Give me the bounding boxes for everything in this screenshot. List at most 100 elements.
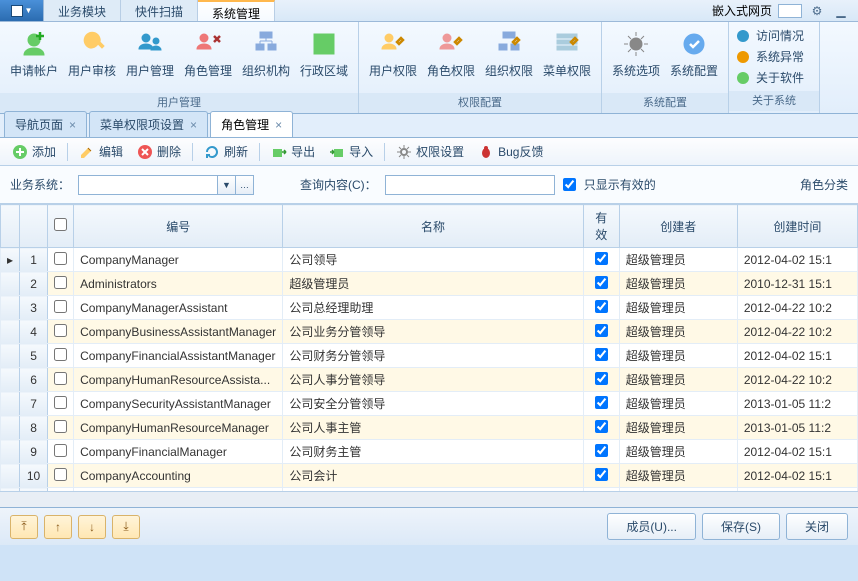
last-button[interactable]: ⤓ [112,515,140,539]
ribbon-btn-0-2[interactable]: 用户管理 [122,26,178,81]
cell-valid[interactable] [583,368,619,392]
row-select[interactable] [48,368,74,392]
table-row[interactable]: 8CompanyHumanResourceManager公司人事主管超级管理员2… [1,416,858,440]
cell-valid[interactable] [583,296,619,320]
ribbon-btn-0-1[interactable]: 用户审核 [64,26,120,81]
cell-valid[interactable] [583,272,619,296]
close-icon[interactable]: × [275,118,282,132]
name-header[interactable]: 名称 [283,205,583,248]
app-tab-2[interactable]: 系统管理 [198,0,275,21]
ribbon-icon [192,28,224,60]
add-button[interactable]: 添加 [6,140,62,163]
ribbon-btn-0-4[interactable]: 组织机构 [238,26,294,81]
row-select[interactable] [48,392,74,416]
creator-header[interactable]: 创建者 [619,205,737,248]
table-row[interactable]: 9CompanyFinancialManager公司财务主管超级管理员2012-… [1,440,858,464]
ribbon-btn-1-0[interactable]: 用户权限 [365,26,421,81]
ribbon-btn-1-1[interactable]: 角色权限 [423,26,479,81]
pencil-icon [79,144,95,160]
cell-valid[interactable] [583,440,619,464]
time-header[interactable]: 创建时间 [737,205,857,248]
embedded-label[interactable]: 嵌入式网页 [712,2,772,19]
valid-header[interactable]: 有效 [583,205,619,248]
table-row[interactable]: 10CompanyAccounting公司会计超级管理员2012-04-02 1… [1,464,858,488]
row-select[interactable] [48,296,74,320]
side-item-2[interactable]: 关于软件 [733,68,815,87]
export-button[interactable]: 导出 [265,140,321,163]
app-menu-button[interactable]: ▼ [0,0,44,21]
table-row[interactable]: 5CompanyFinancialAssistantManager公司财务分管领… [1,344,858,368]
row-indicator [1,392,20,416]
row-select[interactable] [48,272,74,296]
ribbon-btn-2-0[interactable]: 系统选项 [608,26,664,81]
subtab-1[interactable]: 菜单权限项设置× [89,111,208,137]
row-select[interactable] [48,464,74,488]
row-number: 9 [20,440,48,464]
ribbon-btn-2-1[interactable]: 系统配置 [666,26,722,81]
subtab-0[interactable]: 导航页面× [4,111,87,137]
embedded-box[interactable] [778,4,802,18]
table-row[interactable]: 7CompanySecurityAssistantManager公司安全分管领导… [1,392,858,416]
row-select[interactable] [48,440,74,464]
ribbon-btn-1-2[interactable]: 组织权限 [481,26,537,81]
cell-valid[interactable] [583,248,619,272]
ribbon-icon [377,28,409,60]
ribbon-icon [678,28,710,60]
ribbon-btn-1-3[interactable]: 菜单权限 [539,26,595,81]
side-icon [735,28,751,44]
cell-valid[interactable] [583,416,619,440]
code-header[interactable]: 编号 [74,205,283,248]
cell-valid[interactable] [583,392,619,416]
permission-button[interactable]: 权限设置 [390,140,470,163]
only-valid-checkbox[interactable] [563,178,576,191]
up-button[interactable]: ↑ [44,515,72,539]
row-select[interactable] [48,320,74,344]
members-button[interactable]: 成员(U)... [607,513,696,540]
cell-valid[interactable] [583,344,619,368]
first-button[interactable]: ⤒ [10,515,38,539]
search-input[interactable] [385,175,555,195]
row-indicator [1,272,20,296]
down-button[interactable]: ↓ [78,515,106,539]
table-row[interactable]: 3CompanyManagerAssistant公司总经理助理超级管理员2012… [1,296,858,320]
dropdown-icon[interactable]: ▼ [218,175,236,195]
refresh-button[interactable]: 刷新 [198,140,254,163]
import-button[interactable]: 导入 [323,140,379,163]
table-row[interactable]: ▸1CompanyManager公司领导超级管理员2012-04-02 15:1 [1,248,858,272]
close-icon[interactable]: × [69,118,76,132]
side-item-1[interactable]: 系统异常 [733,47,815,66]
save-button[interactable]: 保存(S) [702,513,780,540]
app-tab-0[interactable]: 业务模块 [44,0,121,21]
system-combo[interactable]: ▼ … [78,175,254,195]
row-indicator [1,344,20,368]
minimize-icon[interactable]: ▁ [832,4,850,18]
row-select[interactable] [48,416,74,440]
close-icon[interactable]: × [190,118,197,132]
side-item-0[interactable]: 访问情况 [733,26,815,45]
search-label: 查询内容(C)： [300,176,377,193]
ribbon-btn-0-5[interactable]: 行政区域 [296,26,352,81]
table-row[interactable]: 6CompanyHumanResourceAssista...公司人事分管领导超… [1,368,858,392]
ribbon-group-label: 关于系统 [729,91,819,111]
edit-button[interactable]: 编辑 [73,140,129,163]
ribbon-btn-0-0[interactable]: 申请帐户 [6,26,62,81]
cell-name: 公司人事主管 [283,416,583,440]
cell-valid[interactable] [583,464,619,488]
app-tab-1[interactable]: 快件扫描 [121,0,198,21]
row-select[interactable] [48,344,74,368]
row-select[interactable] [48,248,74,272]
bug-button[interactable]: Bug反馈 [472,140,549,163]
system-input[interactable] [78,175,218,195]
help-icon[interactable]: ⚙ [808,4,826,18]
delete-button[interactable]: 删除 [131,140,187,163]
table-row[interactable]: 4CompanyBusinessAssistantManager公司业务分管领导… [1,320,858,344]
table-row[interactable]: 2Administrators超级管理员超级管理员2010-12-31 15:1 [1,272,858,296]
ellipsis-button[interactable]: … [236,175,254,195]
close-button[interactable]: 关闭 [786,513,848,540]
select-all-header[interactable] [48,205,74,248]
cell-creator: 超级管理员 [619,392,737,416]
ribbon-btn-0-3[interactable]: 角色管理 [180,26,236,81]
horizontal-scrollbar[interactable] [0,491,858,507]
subtab-2[interactable]: 角色管理× [210,111,293,137]
cell-valid[interactable] [583,320,619,344]
